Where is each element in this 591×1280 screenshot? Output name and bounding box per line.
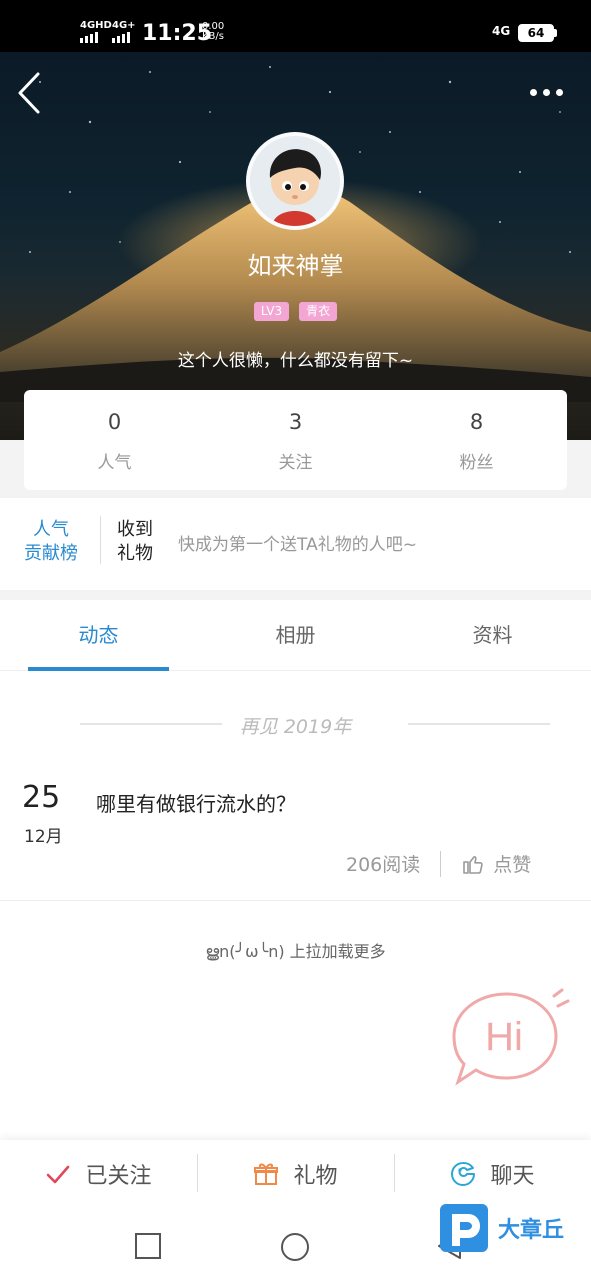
gift-label-line2: 礼物	[117, 543, 153, 564]
contribution-rank-link[interactable]: 人气 贡献榜	[24, 518, 78, 566]
thumbs-up-icon	[463, 855, 483, 874]
signal-2: 4G+	[112, 20, 136, 43]
like-button[interactable]: 点赞	[461, 850, 531, 877]
received-gifts-label: 收到 礼物	[117, 518, 153, 566]
stat-value: 8	[469, 410, 484, 434]
stat-label: 关注	[278, 453, 313, 473]
say-hi-button[interactable]: Hi	[448, 988, 570, 1088]
square-icon	[135, 1233, 161, 1259]
gift-label-line1: 收到	[117, 519, 153, 540]
stat-value: 0	[107, 410, 122, 434]
post-title[interactable]: 哪里有做银行流水的？	[96, 788, 296, 817]
stat-fans[interactable]: 8 粉丝	[386, 390, 567, 490]
network-type-2: 4G+	[112, 20, 136, 31]
home-button[interactable]	[280, 1232, 310, 1262]
network-type-3: 4G	[492, 24, 511, 38]
signal-bars-icon	[112, 31, 136, 43]
hi-text: Hi	[485, 1015, 523, 1059]
more-dot-icon	[530, 88, 537, 96]
signal-1: 4GHD	[80, 20, 112, 43]
chat-button[interactable]: 聊天	[394, 1140, 591, 1208]
watermark: 大章丘	[440, 1204, 564, 1252]
avatar-cartoon-boy-icon	[250, 136, 340, 226]
chevron-left-icon	[18, 72, 40, 114]
gift-icon	[254, 1163, 279, 1185]
gift-hint: 快成为第一个送TA礼物的人吧~	[178, 535, 417, 555]
more-options-button[interactable]	[530, 82, 574, 102]
section-separator	[0, 590, 591, 600]
back-button[interactable]	[12, 70, 52, 116]
user-bio: 这个人很懒，什么都没有留下~	[177, 351, 414, 371]
read-count: 206阅读	[346, 854, 421, 876]
battery-icon: 64	[518, 24, 557, 42]
load-more-hint: ൠn(╯ω╰n) 上拉加载更多	[205, 942, 386, 961]
bottom-action-bar: 已关注 礼物 聊天	[0, 1140, 591, 1208]
stat-label: 粉丝	[459, 453, 494, 473]
post-date-day: 25	[22, 780, 61, 815]
chat-label: 聊天	[490, 1164, 535, 1189]
recent-apps-button[interactable]	[134, 1232, 162, 1260]
hi-speech-bubble-icon: Hi	[452, 988, 570, 1086]
year-divider-label: 再见 2019年	[239, 716, 352, 738]
tab-posts[interactable]: 动态	[0, 600, 197, 671]
stat-popularity[interactable]: 0 人气	[24, 390, 205, 490]
tab-album[interactable]: 相册	[197, 600, 394, 670]
like-label: 点赞	[493, 854, 532, 876]
stat-following[interactable]: 3 关注	[205, 390, 386, 490]
post-meta: 206阅读 点赞	[346, 850, 531, 877]
follow-label: 已关注	[85, 1164, 152, 1189]
watermark-text: 大章丘	[498, 1218, 565, 1243]
stat-value: 3	[288, 410, 303, 434]
gift-label: 礼物	[293, 1164, 338, 1189]
level-badge: LV3	[253, 302, 290, 321]
circle-icon	[281, 1233, 309, 1261]
meta-divider	[440, 850, 442, 877]
speed-unit: KB/s	[202, 31, 224, 42]
rank-label-line1: 人气	[33, 519, 69, 540]
follow-status-button[interactable]: 已关注	[0, 1140, 197, 1208]
user-tags: LV3 青衣	[0, 302, 591, 321]
watermark-logo-icon	[440, 1204, 488, 1252]
stats-card: 0 人气 3 关注 8 粉丝	[24, 390, 567, 490]
stat-label: 人气	[97, 453, 132, 473]
chat-icon	[451, 1161, 476, 1186]
profile-tabs: 动态 相册 资料	[0, 600, 591, 671]
rank-label-line2: 贡献榜	[24, 543, 78, 564]
gift-button[interactable]: 礼物	[197, 1140, 394, 1208]
battery-level: 64	[518, 24, 554, 42]
rank-badge: 青衣	[299, 302, 338, 321]
more-dot-icon	[556, 88, 563, 96]
post-separator	[0, 900, 591, 901]
avatar[interactable]	[246, 132, 344, 230]
more-dot-icon	[543, 88, 550, 96]
network-speed: 0.00 KB/s	[202, 22, 224, 42]
username: 如来神掌	[247, 252, 344, 280]
tab-info[interactable]: 资料	[394, 600, 591, 670]
check-icon	[47, 1165, 70, 1184]
post-date-month: 12月	[24, 827, 63, 847]
divider	[100, 516, 101, 564]
network-type-1: 4GHD	[80, 20, 112, 31]
signal-bars-icon	[80, 31, 112, 43]
